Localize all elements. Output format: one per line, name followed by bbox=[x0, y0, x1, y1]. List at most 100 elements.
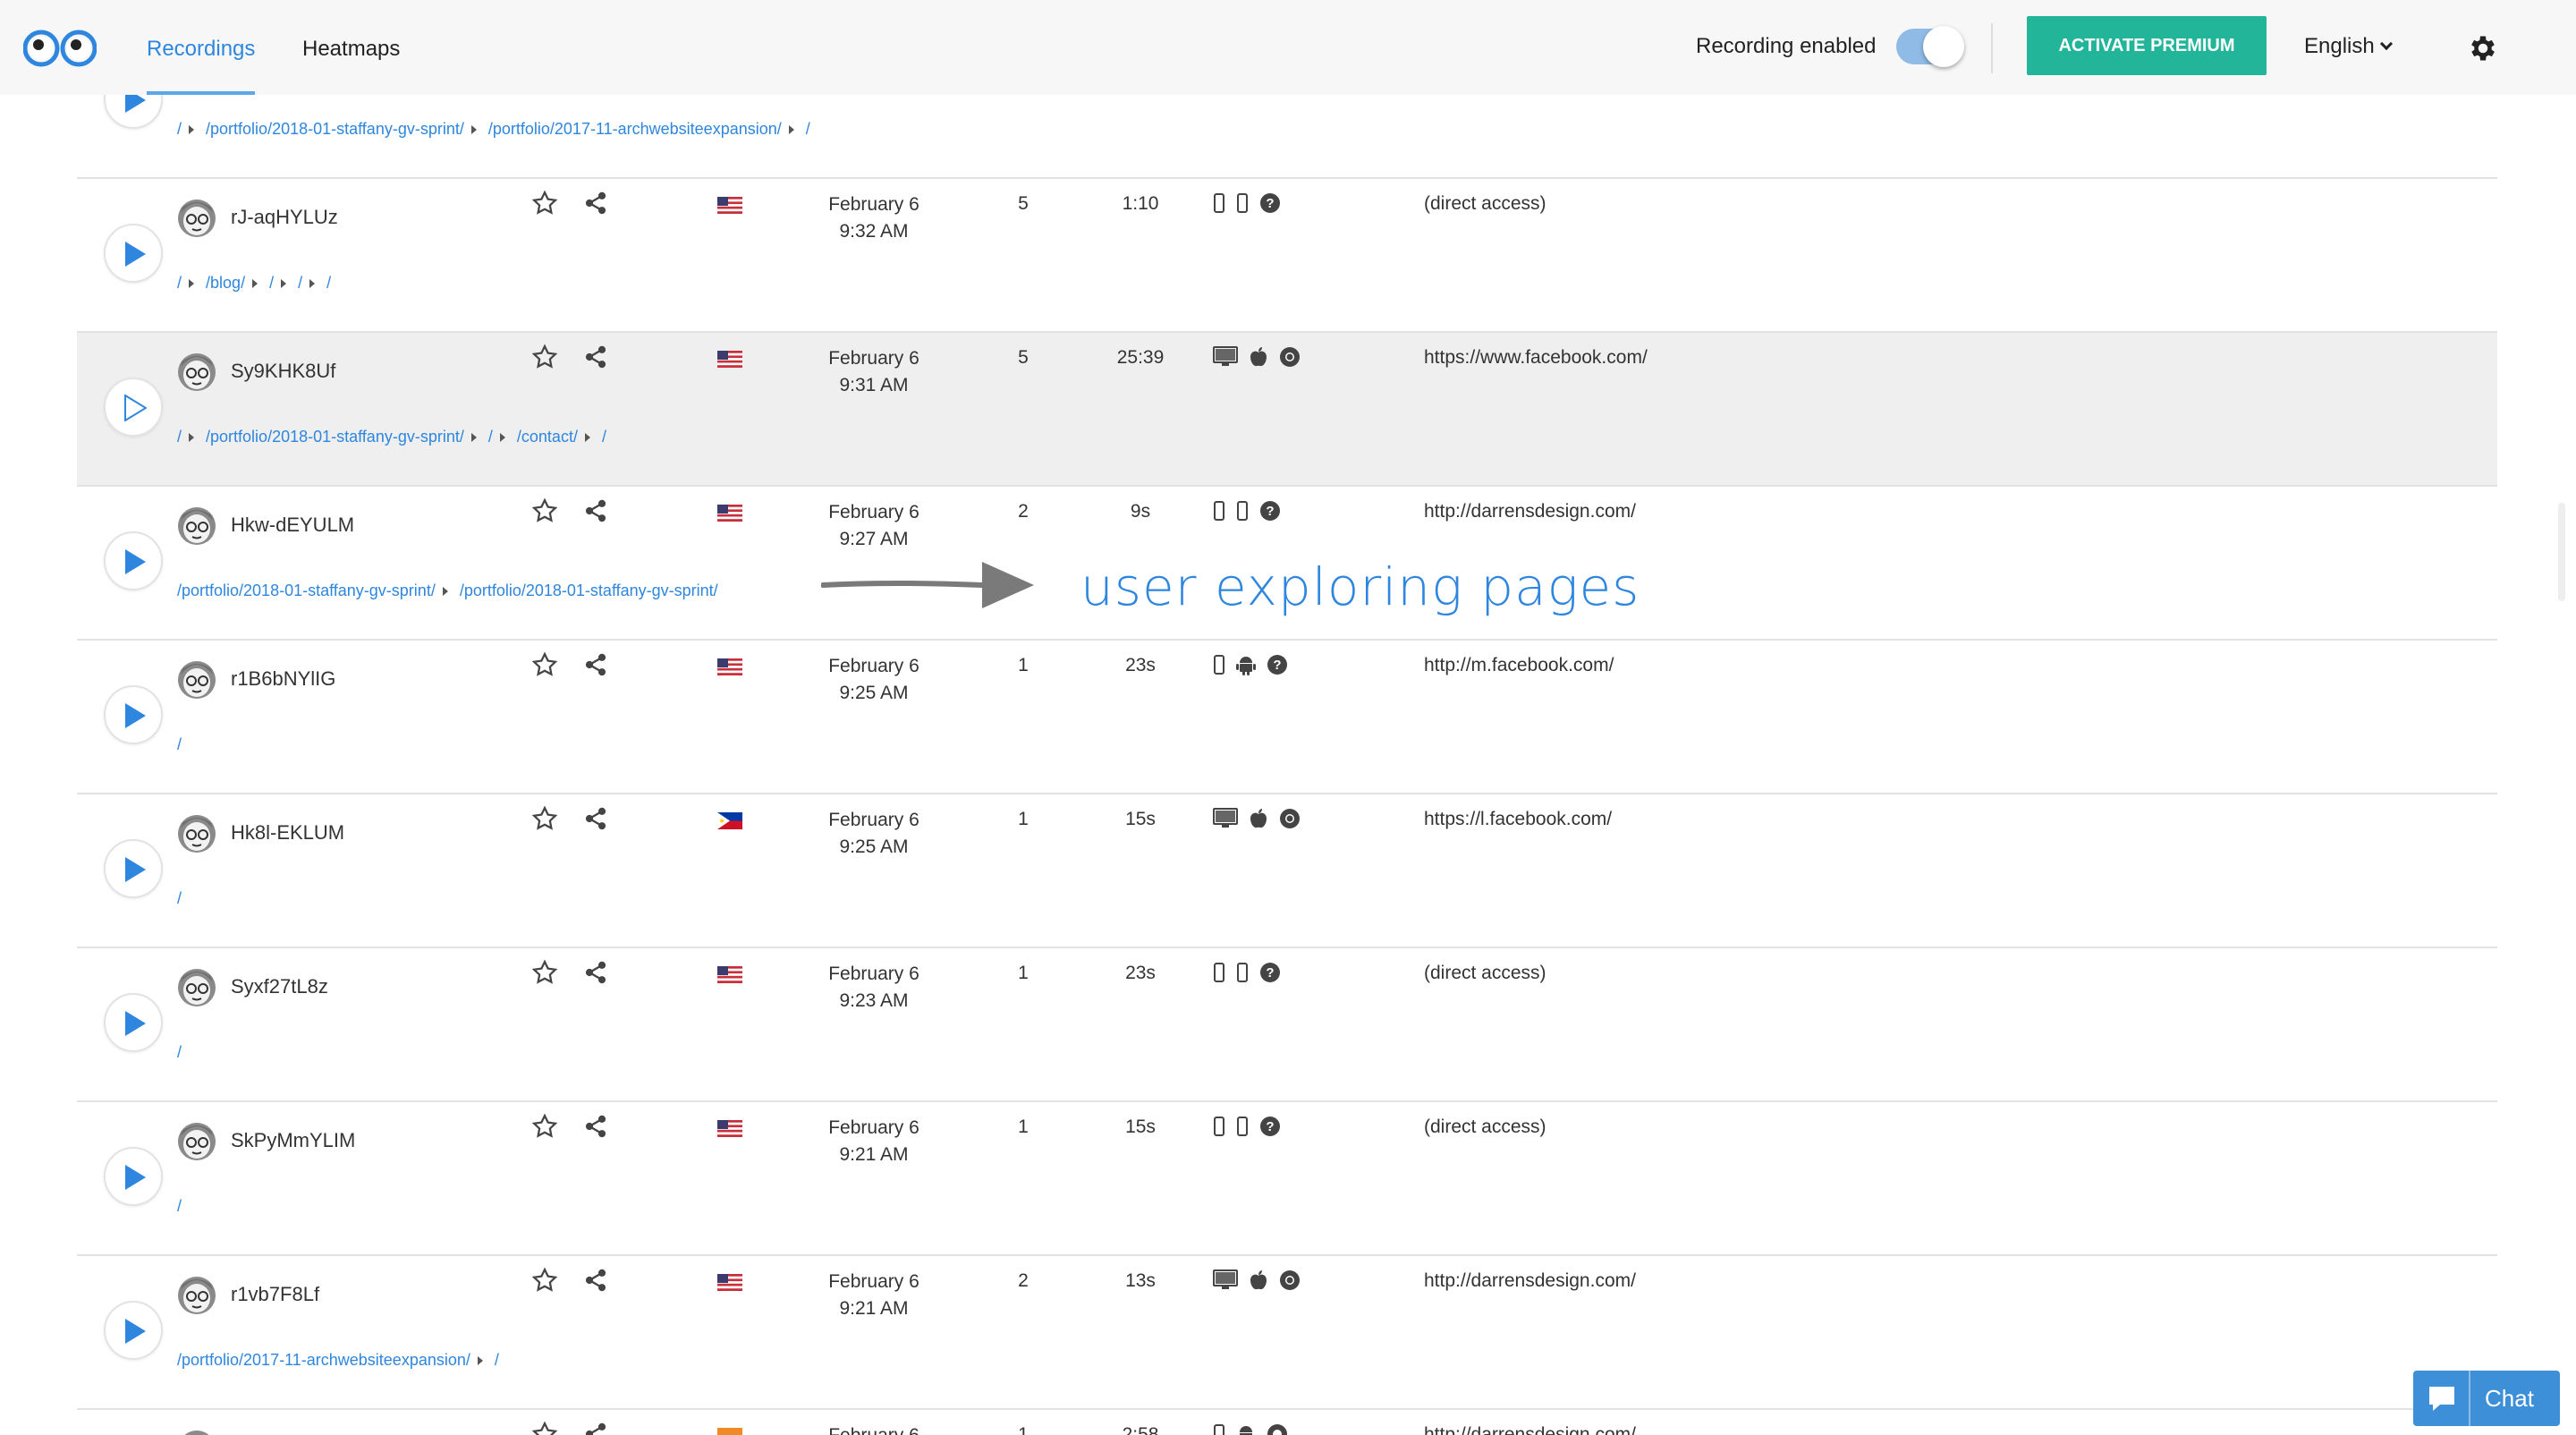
star-icon[interactable] bbox=[531, 1421, 558, 1435]
path-step[interactable]: / bbox=[177, 428, 182, 446]
path-step[interactable]: / bbox=[806, 120, 810, 138]
page-path: / bbox=[177, 1197, 182, 1216]
play-button[interactable] bbox=[104, 378, 163, 437]
share-icon[interactable] bbox=[583, 652, 608, 677]
chat-button[interactable]: Chat bbox=[2413, 1371, 2560, 1426]
play-button[interactable] bbox=[104, 993, 163, 1052]
star-icon[interactable] bbox=[531, 651, 558, 678]
referrer[interactable]: https://www.facebook.com/ bbox=[1424, 347, 1648, 369]
date-label: February 6 bbox=[828, 1117, 919, 1138]
referrer[interactable]: https://l.facebook.com/ bbox=[1424, 809, 1612, 830]
star-icon[interactable] bbox=[531, 497, 558, 524]
path-step[interactable]: / bbox=[326, 274, 331, 292]
recording-date: February 6 9:27 AM bbox=[816, 499, 932, 553]
recording-row[interactable]: SkPyMmYLIM February 6 9:21 AM 1 15s ? (di… bbox=[77, 1102, 2497, 1256]
path-step[interactable]: / bbox=[177, 1197, 182, 1215]
activate-premium-button[interactable]: ACTIVATE PREMIUM bbox=[2027, 16, 2267, 75]
recording-toggle[interactable] bbox=[1896, 26, 1964, 67]
play-button[interactable] bbox=[104, 685, 163, 744]
recording-row[interactable]: February 6 1 2:58 http://darrensdesign.c… bbox=[77, 1410, 2497, 1435]
path-step[interactable]: /portfolio/2018-01-staffany-gv-sprint/ bbox=[460, 582, 718, 599]
mobile-icon bbox=[1237, 1117, 1248, 1136]
star-icon[interactable] bbox=[531, 344, 558, 370]
star-icon[interactable] bbox=[531, 805, 558, 832]
path-step[interactable]: /blog/ bbox=[206, 274, 245, 292]
recording-row[interactable]: Sy9KHK8Uf February 6 9:31 AM 5 25:39 http… bbox=[77, 333, 2497, 487]
language-select[interactable]: English bbox=[2304, 34, 2393, 59]
svg-text:?: ? bbox=[1266, 196, 1274, 211]
path-step[interactable]: / bbox=[298, 274, 302, 292]
path-step[interactable]: /portfolio/2017-11-archwebsiteexpansion/ bbox=[177, 1351, 470, 1369]
path-step[interactable]: / bbox=[488, 428, 493, 446]
referrer[interactable]: http://m.facebook.com/ bbox=[1424, 655, 1614, 676]
page-count: 5 bbox=[1018, 347, 1029, 368]
path-step[interactable]: / bbox=[177, 120, 182, 138]
visitor-id[interactable]: Hkw-dEYULM bbox=[231, 514, 354, 537]
recording-row[interactable]: r1vb7F8Lf February 6 9:21 AM 2 13s http:/… bbox=[77, 1256, 2497, 1410]
play-icon bbox=[125, 1165, 146, 1190]
path-step[interactable]: /contact/ bbox=[517, 428, 578, 446]
chat-label: Chat bbox=[2485, 1385, 2534, 1412]
path-step[interactable]: /portfolio/2018-01-staffany-gv-sprint/ bbox=[177, 582, 436, 599]
path-step[interactable]: / bbox=[602, 428, 606, 446]
visitor-id[interactable]: r1B6bNYlIG bbox=[231, 667, 335, 691]
play-button[interactable] bbox=[104, 531, 163, 590]
star-icon[interactable] bbox=[531, 1267, 558, 1294]
referrer[interactable]: http://darrensdesign.com/ bbox=[1424, 501, 1636, 522]
recording-row[interactable]: Hk8l-EKLUM February 6 9:25 AM 1 15s https… bbox=[77, 794, 2497, 948]
referrer[interactable]: http://darrensdesign.com/ bbox=[1424, 1270, 1636, 1292]
path-step[interactable]: /portfolio/2018-01-staffany-gv-sprint/ bbox=[206, 120, 464, 138]
path-arrow-icon bbox=[281, 279, 287, 289]
date-label: February 6 bbox=[828, 348, 919, 369]
logo-icon[interactable] bbox=[23, 29, 97, 68]
path-step[interactable]: /portfolio/2018-01-staffany-gv-sprint/ bbox=[206, 428, 464, 446]
recording-row[interactable]: rJ-aqHYLUz February 6 9:32 AM 5 1:10 ? (d… bbox=[77, 179, 2497, 333]
path-step[interactable]: / bbox=[269, 274, 274, 292]
scrollbar-thumb[interactable] bbox=[2558, 503, 2565, 601]
star-icon[interactable] bbox=[531, 959, 558, 986]
share-icon[interactable] bbox=[583, 1422, 608, 1435]
svg-text:?: ? bbox=[1273, 658, 1281, 673]
visitor-id[interactable]: Sy9KHK8Uf bbox=[231, 360, 335, 383]
play-button[interactable] bbox=[104, 1147, 163, 1206]
visitor-id[interactable]: rJ-aqHYLUz bbox=[231, 206, 338, 229]
path-arrow-icon bbox=[470, 125, 477, 135]
path-step[interactable]: / bbox=[177, 735, 182, 753]
recording-row[interactable]: Syxf27tL8z February 6 9:23 AM 1 23s ? (di… bbox=[77, 948, 2497, 1102]
toggle-knob[interactable] bbox=[1923, 26, 1964, 67]
path-step[interactable]: / bbox=[177, 274, 182, 292]
share-icon[interactable] bbox=[583, 1114, 608, 1139]
us-flag-icon bbox=[717, 351, 742, 368]
play-button[interactable] bbox=[104, 1301, 163, 1360]
referrer[interactable]: http://darrensdesign.com/ bbox=[1424, 1424, 1636, 1435]
share-icon[interactable] bbox=[583, 1268, 608, 1293]
unknown-icon: ? bbox=[1260, 501, 1280, 521]
page-count: 2 bbox=[1018, 1270, 1029, 1291]
star-icon[interactable] bbox=[531, 190, 558, 217]
path-step[interactable]: / bbox=[495, 1351, 499, 1369]
gear-icon[interactable] bbox=[2467, 32, 2499, 64]
share-icon[interactable] bbox=[583, 191, 608, 216]
share-icon[interactable] bbox=[583, 498, 608, 523]
visitor-id[interactable]: Syxf27tL8z bbox=[231, 975, 328, 998]
referrer: (direct access) bbox=[1424, 1117, 1546, 1137]
visitor-id[interactable]: SkPyMmYLIM bbox=[231, 1129, 355, 1152]
device-icons bbox=[1213, 807, 1301, 830]
path-step[interactable]: /portfolio/2017-11-archwebsiteexpansion/ bbox=[488, 120, 782, 138]
avatar bbox=[178, 1123, 216, 1160]
path-step[interactable]: / bbox=[177, 1043, 182, 1061]
visitor-id[interactable]: Hk8l-EKLUM bbox=[231, 821, 344, 845]
tab-recordings[interactable]: Recordings bbox=[147, 0, 256, 95]
share-icon[interactable] bbox=[583, 344, 608, 369]
page-path: / bbox=[177, 735, 182, 754]
path-step[interactable]: / bbox=[177, 889, 182, 907]
recording-row[interactable]: r1B6bNYlIG February 6 9:25 AM 1 23s ? htt… bbox=[77, 641, 2497, 794]
share-icon[interactable] bbox=[583, 960, 608, 985]
visitor-id[interactable]: r1vb7F8Lf bbox=[231, 1283, 319, 1306]
share-icon[interactable] bbox=[583, 806, 608, 831]
play-button[interactable] bbox=[104, 839, 163, 898]
star-icon[interactable] bbox=[531, 1113, 558, 1140]
tab-heatmaps[interactable]: Heatmaps bbox=[302, 0, 400, 95]
play-button[interactable] bbox=[104, 224, 163, 283]
duration: 25:39 bbox=[1116, 347, 1165, 368]
